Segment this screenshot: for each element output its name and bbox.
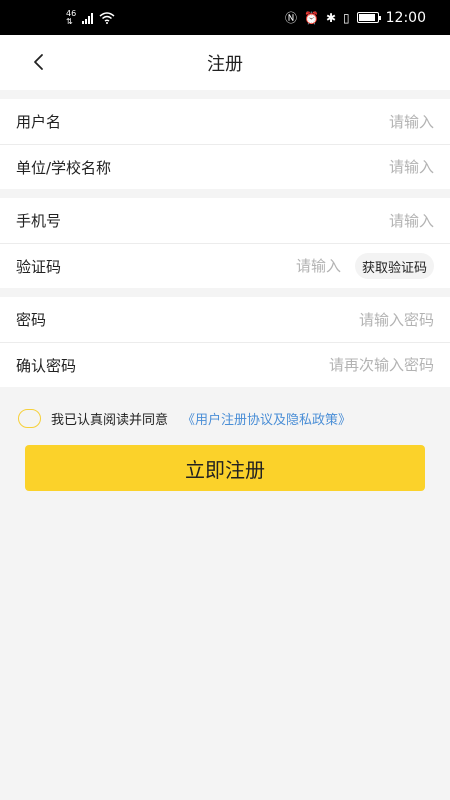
confirm-password-input[interactable] (76, 356, 434, 374)
username-row: 用户名 (0, 99, 450, 144)
phone-label: 手机号 (16, 212, 62, 230)
nfc-icon: Ⓝ (285, 11, 298, 25)
register-button[interactable]: 立即注册 (25, 445, 425, 491)
wifi-icon (99, 11, 115, 24)
username-input[interactable] (61, 112, 434, 131)
nav-bar: 注册 (0, 35, 450, 90)
confirm-password-label: 确认密码 (16, 356, 77, 375)
confirm-password-row: 确认密码 (0, 342, 450, 387)
vibrate-icon: ▯ (343, 10, 350, 25)
password-group: 密码 确认密码 (0, 297, 450, 387)
status-left: 46 ⇅ (66, 9, 115, 26)
password-row: 密码 (0, 297, 450, 342)
battery-icon (356, 12, 381, 23)
signal-icon (82, 12, 94, 24)
page-title: 注册 (207, 53, 243, 75)
phone-row: 手机号 (0, 198, 450, 243)
network-arrows: ⇅ (66, 16, 73, 26)
phone-input[interactable] (61, 211, 434, 230)
phone-group: 手机号 验证码 获取验证码 (0, 198, 450, 288)
get-code-button[interactable]: 获取验证码 (354, 253, 434, 279)
network-type: 46 ⇅ (66, 9, 76, 26)
agreement-link[interactable]: 《用户注册协议及隐私政策》 (182, 409, 351, 428)
agreement-text: 我已认真阅读并同意 (51, 412, 169, 428)
agreement-row: 我已认真阅读并同意 《用户注册协议及隐私政策》 (0, 407, 450, 429)
organization-row: 单位/学校名称 (0, 144, 450, 189)
account-group: 用户名 单位/学校名称 (0, 99, 450, 189)
alarm-icon: ⏰ (304, 10, 319, 25)
verify-code-input[interactable] (61, 257, 341, 275)
status-bar: 46 ⇅ Ⓝ ⏰ ✱ ▯ 12:00 (0, 0, 450, 35)
agree-checkbox[interactable] (18, 408, 41, 428)
clock: 12:00 (385, 9, 426, 26)
bluetooth-icon: ✱ (325, 10, 337, 25)
back-button[interactable] (26, 49, 52, 75)
verify-code-row: 验证码 获取验证码 (0, 243, 450, 288)
organization-label: 单位/学校名称 (16, 158, 112, 177)
status-right: Ⓝ ⏰ ✱ ▯ 12:00 (285, 9, 426, 26)
username-label: 用户名 (16, 113, 62, 131)
password-label: 密码 (16, 311, 47, 329)
password-input[interactable] (46, 310, 434, 329)
verify-code-label: 验证码 (16, 257, 62, 276)
chevron-left-icon (34, 54, 43, 70)
organization-input[interactable] (111, 158, 434, 176)
